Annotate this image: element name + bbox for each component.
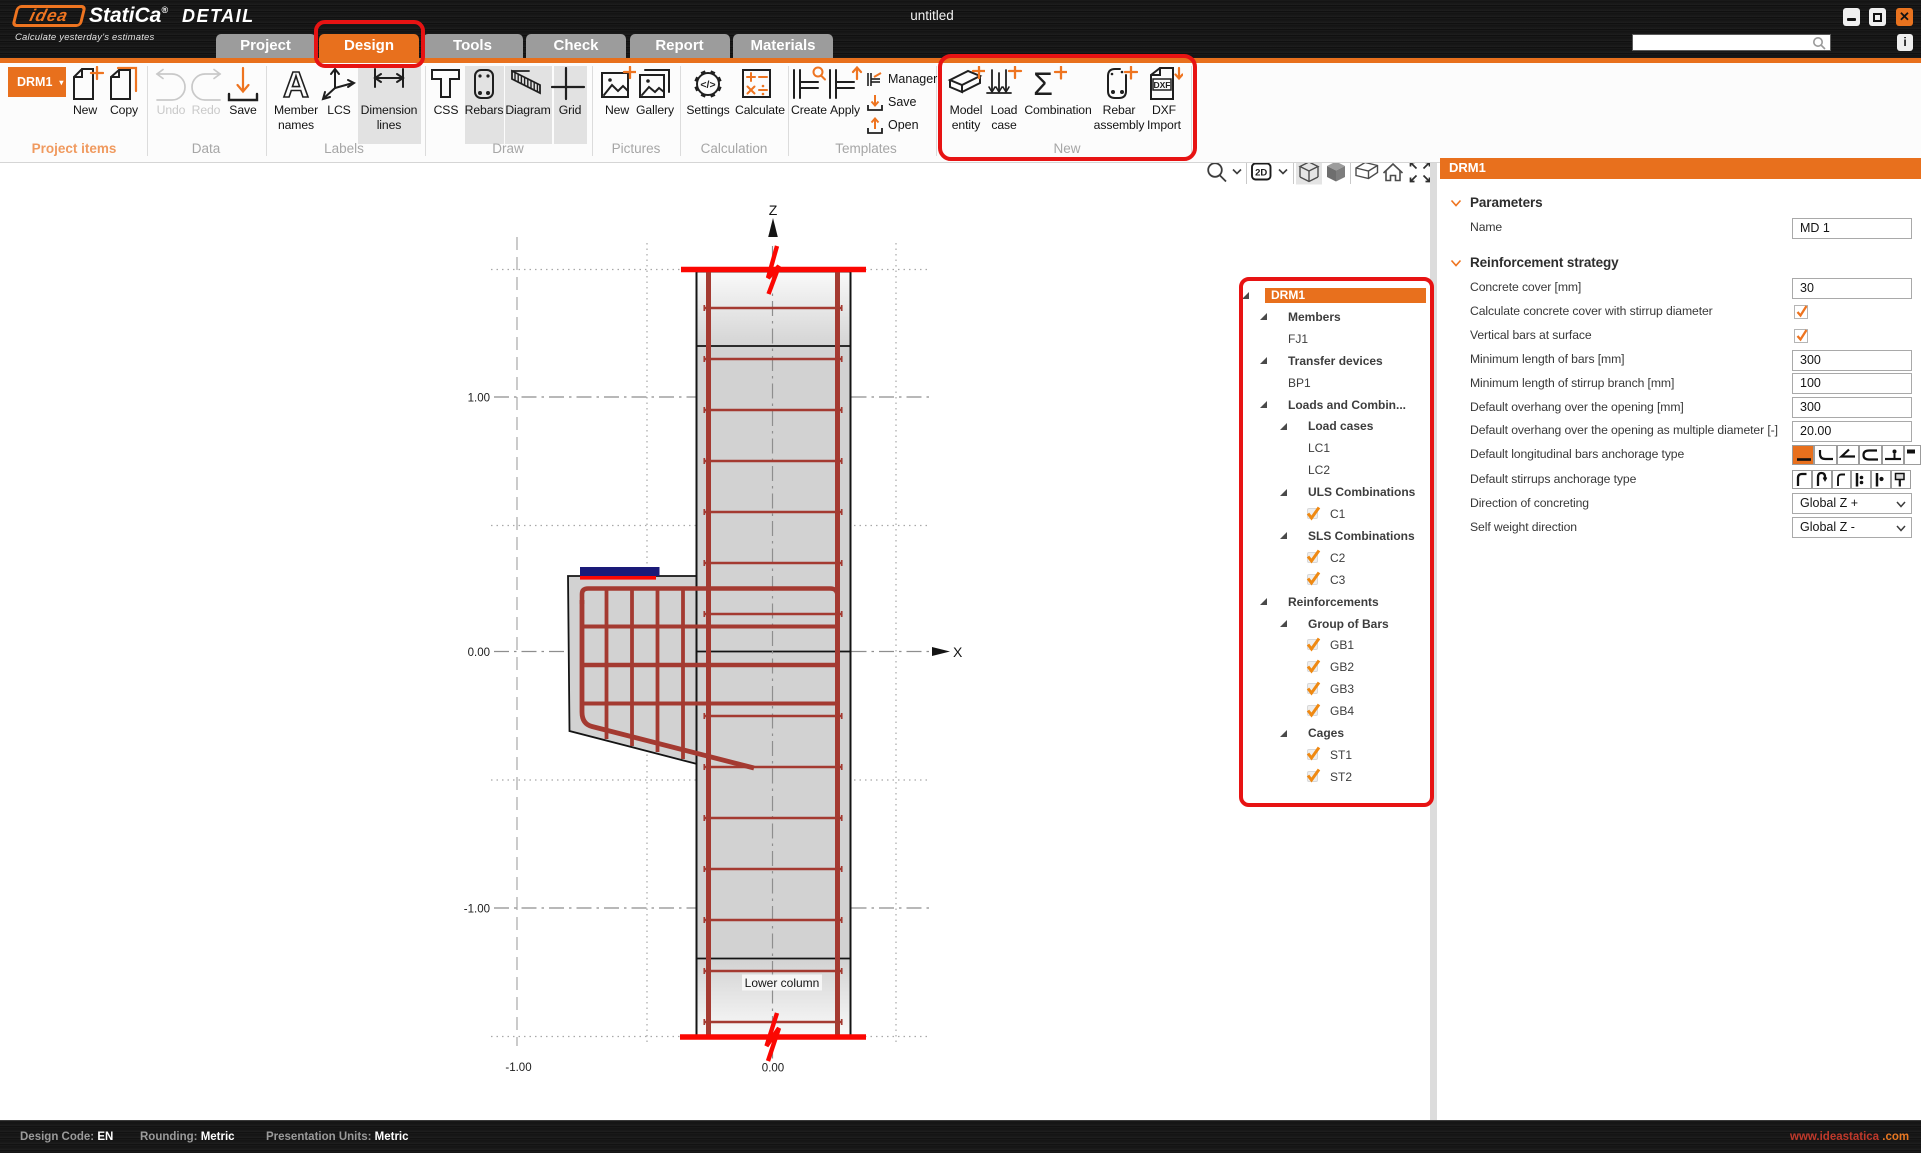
svg-text:0.00: 0.00 bbox=[762, 1063, 784, 1075]
svg-text:1.00: 1.00 bbox=[468, 393, 490, 405]
svg-text:A: A bbox=[283, 66, 309, 104]
svg-text:-1.00: -1.00 bbox=[464, 904, 490, 916]
svg-text:Z: Z bbox=[769, 202, 778, 218]
svg-text:0.00: 0.00 bbox=[468, 647, 490, 659]
svg-text:Lower column: Lower column bbox=[745, 976, 820, 990]
svg-text:2D: 2D bbox=[1255, 168, 1267, 179]
svg-text:X: X bbox=[953, 644, 963, 660]
svg-text:-1.00: -1.00 bbox=[505, 1062, 531, 1074]
svg-text:</>: </> bbox=[700, 79, 715, 91]
